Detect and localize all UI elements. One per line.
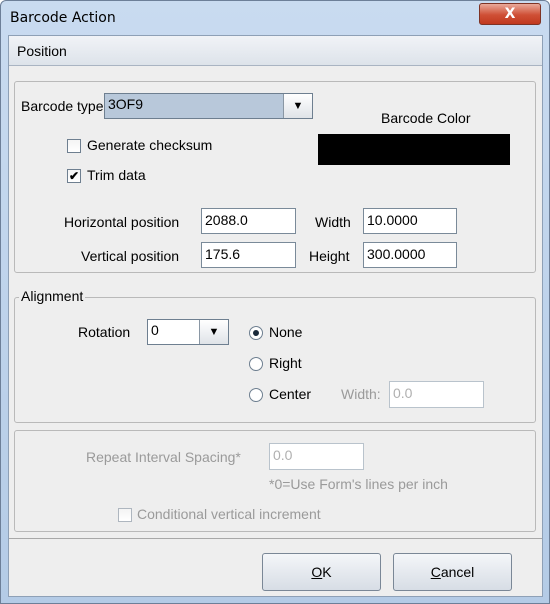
chevron-down-icon[interactable]: ▼ (199, 320, 228, 344)
close-button[interactable]: X (479, 3, 541, 25)
position-panel: Barcode type 3OF9 ▼ Barcode Color Genera… (14, 81, 536, 273)
tab-position-label: Position (17, 43, 67, 59)
checkmark-icon: ✔ (68, 169, 80, 183)
rotation-value: 0 (151, 322, 159, 338)
conditional-increment-checkbox[interactable] (118, 508, 132, 522)
cancel-button[interactable]: Cancel (393, 553, 512, 591)
radio-selected-dot (253, 330, 259, 336)
ok-button[interactable]: OK (262, 553, 381, 591)
conditional-increment-label: Conditional vertical increment (137, 506, 321, 522)
alignment-center-radio[interactable] (249, 388, 263, 402)
title-bar[interactable]: Barcode Action X (1, 1, 549, 35)
cancel-label-rest: ancel (440, 564, 475, 580)
vertical-position-label: Vertical position (81, 248, 180, 264)
alignment-none-radio[interactable] (249, 326, 263, 340)
ok-mnemonic: O (311, 564, 323, 580)
alignment-panel: Alignment Rotation 0 ▼ None Right Center… (14, 288, 536, 423)
trim-data-label: Trim data (87, 167, 146, 183)
rotation-label: Rotation (78, 324, 131, 340)
window-title: Barcode Action (10, 10, 116, 26)
height-label: Height (309, 248, 350, 264)
center-width-label: Width: (341, 386, 381, 402)
horizontal-position-label: Horizontal position (64, 214, 180, 230)
barcode-type-select[interactable]: 3OF9 ▼ (104, 93, 313, 119)
barcode-color-swatch[interactable] (318, 134, 510, 165)
close-icon: X (504, 6, 516, 22)
alignment-right-radio[interactable] (249, 357, 263, 371)
height-input[interactable]: 300.0000 (363, 242, 457, 268)
rotation-select[interactable]: 0 ▼ (147, 319, 229, 345)
repeat-interval-input[interactable]: 0.0 (269, 443, 364, 470)
dialog-content: Position Barcode type 3OF9 ▼ Barcode Col… (8, 35, 543, 597)
chevron-down-icon[interactable]: ▼ (283, 94, 312, 118)
tab-position[interactable]: Position (9, 36, 542, 66)
width-input[interactable]: 10.0000 (363, 208, 457, 234)
cancel-mnemonic: C (430, 564, 441, 580)
barcode-color-label: Barcode Color (381, 110, 471, 126)
generate-checksum-checkbox[interactable] (67, 139, 81, 153)
ok-label-rest: K (322, 564, 332, 580)
barcode-type-label: Barcode type (21, 98, 104, 114)
center-width-input[interactable]: 0.0 (389, 381, 484, 408)
width-label: Width (315, 214, 351, 230)
alignment-center-label: Center (269, 386, 312, 402)
repeat-interval-label: Repeat Interval Spacing* (86, 449, 241, 465)
alignment-right-label: Right (269, 355, 302, 371)
trim-data-checkbox[interactable]: ✔ (67, 169, 81, 183)
generate-checksum-label: Generate checksum (87, 137, 213, 153)
button-bar-divider (9, 538, 542, 539)
barcode-type-value: 3OF9 (108, 96, 144, 112)
barcode-action-dialog: Barcode Action X Position Barcode type 3… (0, 0, 550, 604)
alignment-legend: Alignment (19, 288, 86, 304)
repeat-interval-panel: Repeat Interval Spacing* 0.0 *0=Use Form… (14, 430, 536, 532)
repeat-interval-note: *0=Use Form's lines per inch (269, 476, 448, 492)
alignment-none-label: None (269, 324, 303, 340)
vertical-position-input[interactable]: 175.6 (201, 242, 296, 268)
horizontal-position-input[interactable]: 2088.0 (201, 208, 296, 234)
